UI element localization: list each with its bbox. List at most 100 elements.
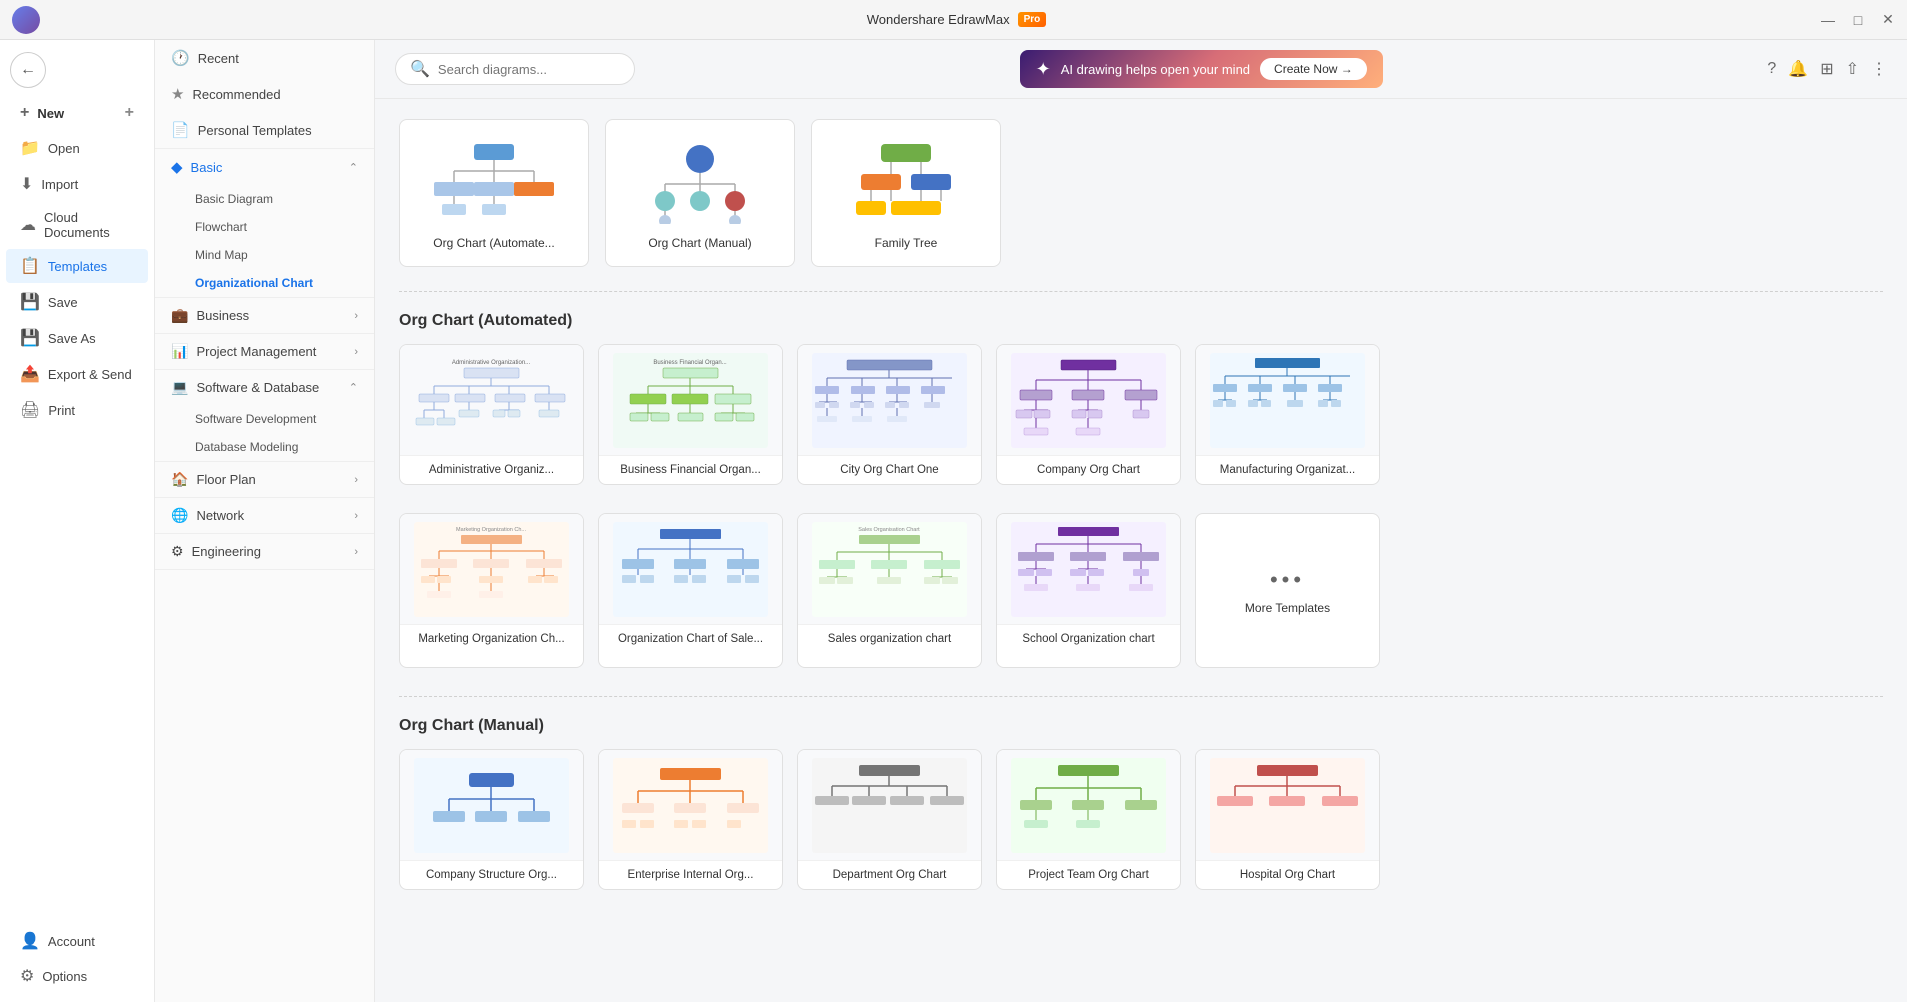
nav-sub-org-chart[interactable]: Organizational Chart [155,269,374,297]
close-button[interactable]: ✕ [1881,13,1895,27]
topbar: 🔍 ✦ AI drawing helps open your mind Crea… [375,40,1907,99]
template-img-manual-3 [798,750,981,860]
featured-label-family-tree: Family Tree [828,236,984,250]
left-sidebar: ← + New + 📁 Open ⬇ Import ☁ Cloud Docume… [0,40,155,1002]
template-card-admin-org[interactable]: Administrative Organization... [399,344,584,485]
template-card-biz-fin-org[interactable]: Business Financial Organ... [598,344,783,485]
featured-card-family-tree[interactable]: Family Tree [811,119,1001,267]
nav-sub-mind-map[interactable]: Mind Map [155,241,374,269]
recommended-icon: ★ [171,85,184,103]
template-card-more-templates[interactable]: ••• More Templates [1195,513,1380,668]
nav-category-engineering[interactable]: ⚙ Engineering › [155,534,374,569]
sidebar-item-print[interactable]: 🖨 Print [6,393,148,427]
more-icon[interactable]: ⋮ [1871,59,1887,79]
back-button[interactable]: ← [10,52,46,88]
template-card-manual-2[interactable]: Enterprise Internal Org... [598,749,783,890]
nav-sub-flowchart[interactable]: Flowchart [155,213,374,241]
template-label-manual-2: Enterprise Internal Org... [599,860,782,889]
template-img-city-org [798,345,981,455]
personal-templates-label: Personal Templates [198,123,312,138]
nav-recommended[interactable]: ★ Recommended [155,76,374,112]
nav-personal-templates[interactable]: 📄 Personal Templates [155,112,374,148]
minimize-button[interactable]: — [1821,13,1835,27]
featured-card-org-manual[interactable]: Org Chart (Manual) [605,119,795,267]
nav-sub-software-dev[interactable]: Software Development [155,405,374,433]
create-now-button[interactable]: Create Now → [1260,58,1367,80]
org-automated-grid-2: Marketing Organization Ch... [399,513,1883,668]
floor-plan-icon: 🏠 [171,471,188,488]
template-img-school-org [997,514,1180,624]
template-img-sales-org: Sales Organisation Chart [798,514,981,624]
nav-category-basic[interactable]: ◆ Basic ⌃ [155,149,374,185]
floor-plan-chevron: › [354,474,358,486]
notification-icon[interactable]: 🔔 [1788,59,1808,79]
svg-text:Sales Organisation Chart: Sales Organisation Chart [858,527,920,533]
nav-category-network[interactable]: 🌐 Network › [155,498,374,533]
import-label: Import [41,177,78,192]
nav-recent[interactable]: 🕐 Recent [155,40,374,76]
nav-category-business[interactable]: 💼 Business › [155,298,374,333]
sidebar-item-options[interactable]: ⚙ Options [6,959,148,993]
sidebar-item-export[interactable]: 📤 Export & Send [6,357,148,391]
template-card-manual-1[interactable]: Company Structure Org... [399,749,584,890]
help-icon[interactable]: ? [1767,60,1776,78]
template-label-admin-org: Administrative Organiz... [400,455,583,484]
template-card-org-sales[interactable]: Organization Chart of Sale... [598,513,783,668]
template-card-manual-5[interactable]: Hospital Org Chart [1195,749,1380,890]
sidebar-item-account[interactable]: 👤 Account [6,924,148,958]
template-card-manual-3[interactable]: Department Org Chart [797,749,982,890]
featured-preview-family-tree [828,136,984,226]
account-icon: 👤 [20,931,40,951]
grid-icon[interactable]: ⊞ [1820,59,1833,79]
sidebar-item-new[interactable]: + New + [6,97,148,129]
account-label: Account [48,934,95,949]
nav-sub-basic-diagram[interactable]: Basic Diagram [155,185,374,213]
svg-text:Business Financial Organ...: Business Financial Organ... [653,360,727,366]
maximize-button[interactable]: □ [1851,13,1865,27]
sidebar-item-templates[interactable]: 📋 Templates [6,249,148,283]
template-label-sales-org: Sales organization chart [798,624,981,653]
template-card-manual-4[interactable]: Project Team Org Chart [996,749,1181,890]
template-img-company-org [997,345,1180,455]
template-label-manual-1: Company Structure Org... [400,860,583,889]
business-icon: 💼 [171,307,188,324]
template-card-school-org[interactable]: School Organization chart [996,513,1181,668]
sidebar-item-save[interactable]: 💾 Save [6,285,148,319]
ai-banner[interactable]: ✦ AI drawing helps open your mind Create… [1020,50,1383,88]
software-db-label: Software & Database [196,380,319,395]
template-card-city-org[interactable]: City Org Chart One [797,344,982,485]
project-mgmt-label: Project Management [196,344,316,359]
recent-icon: 🕐 [171,49,190,67]
template-card-sales-org[interactable]: Sales Organisation Chart [797,513,982,668]
org-automated-section-title: Org Chart (Automated) [399,312,1883,330]
new-icon: + [20,104,29,122]
ai-banner-text: AI drawing helps open your mind [1061,62,1250,77]
template-card-mfg-org[interactable]: Manufacturing Organizat... [1195,344,1380,485]
nav-category-software-db[interactable]: 💻 Software & Database ⌃ [155,370,374,405]
options-icon: ⚙ [20,966,34,986]
cloud-label: Cloud Documents [44,210,134,240]
search-icon: 🔍 [410,59,430,79]
section-divider-2 [399,696,1883,697]
software-db-icon: 💻 [171,379,188,396]
share-icon[interactable]: ⇧ [1846,59,1859,79]
nav-sub-db-modeling[interactable]: Database Modeling [155,433,374,461]
search-box[interactable]: 🔍 [395,53,635,85]
template-label-mfg-org: Manufacturing Organizat... [1196,455,1379,484]
template-card-company-org[interactable]: Company Org Chart [996,344,1181,485]
nav-category-floor-plan[interactable]: 🏠 Floor Plan › [155,462,374,497]
options-label: Options [42,969,87,984]
titlebar-center: Wondershare EdrawMax Pro [867,12,1047,27]
sidebar-item-cloud[interactable]: ☁ Cloud Documents [6,203,148,247]
search-input[interactable] [438,62,620,77]
sidebar-item-open[interactable]: 📁 Open [6,131,148,165]
sidebar-item-import[interactable]: ⬇ Import [6,167,148,201]
import-icon: ⬇ [20,174,33,194]
recommended-label: Recommended [192,87,280,102]
topbar-icons: ? 🔔 ⊞ ⇧ ⋮ [1767,59,1887,79]
sidebar-item-save-as[interactable]: 💾 Save As [6,321,148,355]
featured-card-org-auto[interactable]: Org Chart (Automate... [399,119,589,267]
template-card-mkt-org[interactable]: Marketing Organization Ch... [399,513,584,668]
nav-category-project-mgmt[interactable]: 📊 Project Management › [155,334,374,369]
main-content: 🔍 ✦ AI drawing helps open your mind Crea… [375,40,1907,1002]
